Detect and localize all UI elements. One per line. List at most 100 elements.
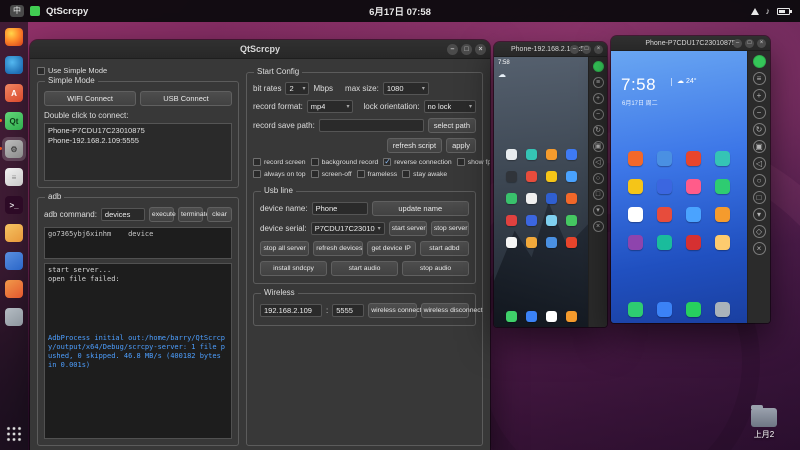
app-icon[interactable] bbox=[525, 311, 537, 322]
adb-command-input[interactable] bbox=[100, 208, 145, 221]
system-tray[interactable]: ♪ bbox=[750, 6, 792, 16]
dock-item-app-grid[interactable] bbox=[2, 422, 26, 446]
device-serial-select[interactable]: P7CDU17C23010 bbox=[310, 222, 385, 235]
dock-item-text-editor[interactable]: ≡ bbox=[2, 165, 26, 189]
refresh-script-button[interactable]: refresh script bbox=[386, 138, 443, 153]
app-icon[interactable] bbox=[628, 207, 643, 222]
dock-item-files[interactable] bbox=[2, 221, 26, 245]
select-path-button[interactable]: select path bbox=[427, 118, 476, 133]
volume-down-icon[interactable]: − bbox=[752, 106, 766, 119]
app-icon[interactable] bbox=[545, 237, 557, 248]
dock-item-trash[interactable] bbox=[2, 305, 26, 329]
clock[interactable]: 6月17日 07:58 bbox=[369, 4, 431, 18]
app-icon[interactable] bbox=[525, 237, 537, 248]
start-audio-button[interactable]: start audio bbox=[331, 261, 398, 276]
maximize-button[interactable]: □ bbox=[582, 44, 591, 54]
checkbox-screen-off[interactable]: screen-off bbox=[310, 170, 352, 178]
back-icon[interactable]: ◁ bbox=[752, 157, 766, 170]
app-icon[interactable] bbox=[505, 311, 517, 322]
clear-button[interactable]: clear bbox=[206, 207, 233, 222]
home-icon[interactable]: ○ bbox=[752, 174, 766, 187]
checkbox-stay-awake[interactable]: stay awake bbox=[402, 170, 447, 178]
checkbox-reverse-connection[interactable]: reverse connection bbox=[383, 157, 452, 166]
app-icon[interactable] bbox=[545, 193, 557, 204]
rotate-icon[interactable]: ↻ bbox=[592, 125, 604, 136]
usb-connect-button[interactable]: USB Connect bbox=[140, 91, 232, 106]
dock-item-rhythmbox[interactable] bbox=[2, 277, 26, 301]
record-save-path-input[interactable] bbox=[318, 119, 424, 132]
app-icon[interactable] bbox=[686, 151, 701, 166]
app-icon[interactable] bbox=[545, 215, 557, 226]
screen-off-icon[interactable]: × bbox=[592, 221, 604, 232]
checkbox-record-screen[interactable]: record screen bbox=[253, 158, 306, 166]
app-icon[interactable] bbox=[565, 171, 577, 182]
app-icon[interactable] bbox=[505, 171, 517, 182]
record-format-select[interactable]: mp4 bbox=[306, 100, 354, 113]
max-size-select[interactable]: 1080 bbox=[382, 82, 429, 95]
rotate-icon[interactable]: ↻ bbox=[752, 123, 766, 136]
app-icon[interactable] bbox=[505, 149, 517, 160]
checkbox-always-on-top[interactable]: always on top bbox=[253, 170, 306, 178]
app-icon[interactable] bbox=[686, 207, 701, 222]
qtscrcpy-titlebar[interactable]: QtScrcpy – □ × bbox=[30, 40, 490, 59]
checkbox-frameless[interactable]: frameless bbox=[356, 170, 397, 178]
menu-icon[interactable]: ≡ bbox=[592, 77, 604, 88]
app-icon[interactable] bbox=[715, 179, 730, 194]
dock-item-libreoffice-writer[interactable] bbox=[2, 249, 26, 273]
app-icon[interactable] bbox=[565, 311, 577, 322]
screenshot-icon[interactable]: ▣ bbox=[592, 141, 604, 152]
device-list-item[interactable]: Phone-P7CDU17C23010875 bbox=[48, 126, 228, 136]
stop-all-server-button[interactable]: stop all server bbox=[260, 241, 310, 256]
recents-icon[interactable]: □ bbox=[752, 191, 766, 204]
dock-item-software-center[interactable]: A bbox=[2, 81, 26, 105]
checkbox-show-fps[interactable]: show fps bbox=[456, 158, 490, 166]
app-icon[interactable] bbox=[628, 302, 643, 317]
wireless-port-input[interactable] bbox=[332, 304, 365, 317]
get-device-ip-button[interactable]: get device IP bbox=[366, 241, 416, 256]
device-name-input[interactable] bbox=[311, 202, 368, 215]
app-icon[interactable] bbox=[686, 235, 701, 250]
wireless-ip-input[interactable] bbox=[260, 304, 322, 317]
app-icon[interactable] bbox=[565, 237, 577, 248]
app-icon[interactable] bbox=[525, 171, 537, 182]
app-icon[interactable] bbox=[628, 179, 643, 194]
app-icon[interactable] bbox=[715, 207, 730, 222]
dock-item-terminal[interactable]: >_ bbox=[2, 193, 26, 217]
dock-item-firefox[interactable] bbox=[2, 25, 26, 49]
fullscreen-icon[interactable]: ◇ bbox=[752, 225, 766, 238]
app-icon[interactable] bbox=[525, 149, 537, 160]
menu-icon[interactable]: ≡ bbox=[752, 72, 766, 85]
wireless-disconnect-button[interactable]: wireless disconnect bbox=[420, 303, 483, 318]
update-name-button[interactable]: update name bbox=[371, 201, 469, 216]
back-icon[interactable]: ◁ bbox=[592, 157, 604, 168]
adb-log[interactable]: start server... open file failed: AdbPro… bbox=[44, 263, 232, 439]
volume-down-icon[interactable]: − bbox=[592, 109, 604, 120]
phone1-screen[interactable]: 7:58 ☁ bbox=[494, 57, 588, 327]
app-icon[interactable] bbox=[657, 302, 672, 317]
phone2-screen[interactable]: 7:58 ☁ 24° 6月17日 周二 bbox=[611, 51, 747, 323]
use-simple-mode-checkbox[interactable]: Use Simple Mode bbox=[37, 66, 239, 75]
adb-output[interactable]: go7365ybj6xinhm device bbox=[44, 227, 232, 259]
app-icon[interactable] bbox=[686, 179, 701, 194]
notifications-icon[interactable]: ▾ bbox=[752, 208, 766, 221]
minimize-button[interactable]: – bbox=[447, 43, 458, 55]
app-icon[interactable] bbox=[545, 149, 557, 160]
app-icon[interactable] bbox=[565, 193, 577, 204]
screenshot-icon[interactable]: ▣ bbox=[752, 140, 766, 153]
phone2-titlebar[interactable]: Phone-P7CDU17C23010875 – □ × bbox=[611, 36, 770, 51]
app-icon[interactable] bbox=[628, 235, 643, 250]
device-list-item[interactable]: Phone-192.168.2.109:5555 bbox=[48, 136, 228, 146]
app-icon[interactable] bbox=[565, 149, 577, 160]
app-icon[interactable] bbox=[657, 179, 672, 194]
install-sndcpy-button[interactable]: install sndcpy bbox=[260, 261, 327, 276]
bit-rates-spinbox[interactable]: 2 bbox=[285, 82, 310, 95]
app-icon[interactable] bbox=[628, 151, 643, 166]
app-icon[interactable] bbox=[686, 302, 701, 317]
wireless-connect-button[interactable]: wireless connect bbox=[368, 303, 421, 318]
app-icon[interactable] bbox=[525, 193, 537, 204]
app-icon[interactable] bbox=[657, 235, 672, 250]
app-icon[interactable] bbox=[505, 193, 517, 204]
volume-up-icon[interactable]: + bbox=[592, 93, 604, 104]
focused-app-menu[interactable]: QtScrcpy bbox=[46, 6, 88, 17]
app-icon[interactable] bbox=[657, 151, 672, 166]
